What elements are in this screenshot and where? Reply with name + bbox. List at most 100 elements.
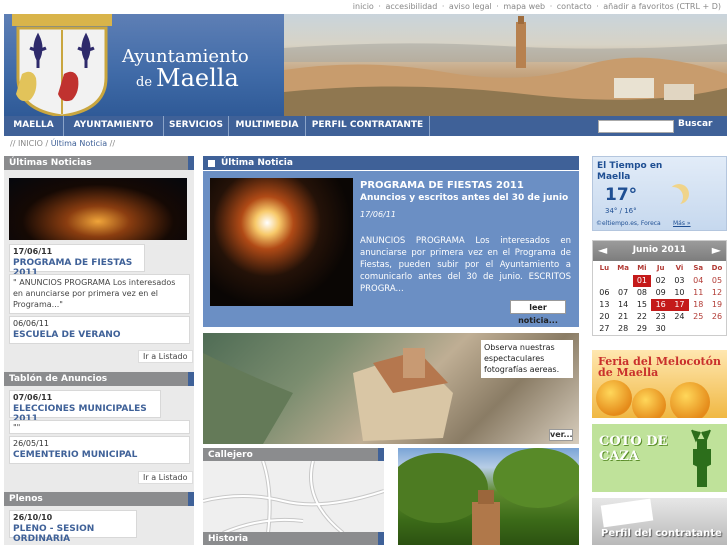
street-map-preview[interactable] — [202, 460, 385, 535]
feria-melocoton-banner[interactable]: Feria del Melocotón de Maella — [592, 350, 727, 418]
nav-perfil-contratante[interactable]: PERFIL CONTRATANTE — [306, 116, 430, 136]
calendar-day[interactable]: 29 — [633, 323, 651, 335]
link-contacto[interactable]: contacto — [557, 2, 592, 11]
calendar-day[interactable]: 16 — [651, 299, 670, 311]
ultima-noticia-header: Última Noticia — [203, 156, 579, 170]
calendar-day[interactable]: 02 — [651, 275, 669, 287]
calendar-day[interactable]: 15 — [633, 299, 651, 311]
calendar-day[interactable]: 05 — [708, 275, 726, 287]
link-accesibilidad[interactable]: accesibilidad — [385, 2, 437, 11]
search-button[interactable]: Buscar — [678, 119, 712, 129]
plenos-card-1: 26/10/10 PLENO - SESION ORDINARIA — [9, 510, 137, 544]
weather-range: 34° / 16° — [605, 207, 637, 215]
link-sep: · — [441, 2, 445, 11]
callejero-header[interactable]: Callejero — [203, 448, 384, 462]
nav-servicios[interactable]: SERVICIOS — [164, 116, 229, 136]
calendar-day[interactable]: 11 — [689, 287, 707, 299]
link-mapa-web[interactable]: mapa web — [503, 2, 545, 11]
calendar-day[interactable]: 19 — [708, 299, 726, 311]
calendar-day[interactable]: 22 — [633, 311, 651, 323]
coto-caza-banner[interactable]: COTO DE CAZA — [592, 424, 727, 492]
search-input[interactable] — [598, 120, 674, 133]
calendar-day[interactable]: 21 — [614, 311, 632, 323]
ultimas-listado-link[interactable]: Ir a Listado — [138, 350, 193, 363]
calendar-day[interactable]: 13 — [595, 299, 613, 311]
calendar-day — [708, 323, 726, 335]
nav-multimedia[interactable]: MULTIMEDIA — [229, 116, 306, 136]
town-skyline-illustration — [284, 16, 727, 116]
news-date: 06/06/11 — [13, 319, 49, 328]
coat-of-arms-logo[interactable] — [8, 14, 116, 116]
breadcrumb-prefix: // — [10, 139, 16, 148]
nav-maella[interactable]: MAELLA — [4, 116, 64, 136]
calendar-day[interactable]: 26 — [708, 311, 726, 323]
calendar-day[interactable]: 04 — [689, 275, 707, 287]
tablon-excerpt: "" — [13, 423, 21, 432]
tablon-title[interactable]: CEMENTERIO MUNICIPAL — [13, 450, 186, 460]
fireworks-photo[interactable] — [210, 178, 353, 306]
calendar-week: 06 07 08 09 10 11 12 — [595, 287, 726, 299]
calendar-day — [614, 275, 632, 287]
town-panorama-photo — [284, 14, 727, 116]
historia-header[interactable]: Historia — [203, 532, 384, 545]
calendar-day[interactable]: 18 — [689, 299, 707, 311]
calendar-day[interactable]: 09 — [651, 287, 669, 299]
calendar-week: 27 28 29 30 — [595, 323, 726, 335]
calendar-day[interactable]: 23 — [651, 311, 669, 323]
tablon-listado-link[interactable]: Ir a Listado — [138, 471, 193, 484]
calendar-day[interactable]: 25 — [689, 311, 707, 323]
breadcrumb: // INICIO / Última Noticia // — [10, 139, 115, 148]
calendar-day[interactable]: 10 — [670, 287, 688, 299]
brand-de: de — [136, 75, 153, 90]
tablon-date: 07/06/11 — [13, 393, 53, 402]
link-aviso-legal[interactable]: aviso legal — [449, 2, 492, 11]
tablon-header: Tablón de Anuncios — [4, 372, 194, 386]
calendar-next-icon[interactable]: ► — [712, 243, 721, 257]
church-tower-photo[interactable] — [388, 448, 583, 545]
calendar-day[interactable]: 08 — [633, 287, 651, 299]
calendar-day[interactable]: 24 — [670, 311, 688, 323]
calendar-day[interactable]: 28 — [614, 323, 632, 335]
calendar-day — [670, 323, 688, 335]
calendar-day[interactable]: 03 — [670, 275, 688, 287]
news-excerpt: " ANUNCIOS PROGRAMA Los interesados en a… — [13, 278, 176, 309]
calendar-day[interactable]: 17 — [670, 299, 689, 311]
calendar-day[interactable]: 30 — [651, 323, 669, 335]
link-inicio[interactable]: inicio — [353, 2, 374, 11]
perfil-contratante-banner[interactable]: Perfil del contratante — [592, 498, 727, 545]
coto-line2: CAZA — [599, 449, 640, 464]
leer-noticia-button[interactable]: leer noticia... — [510, 300, 566, 325]
calendar-dow: Do — [711, 264, 723, 272]
calendar-day — [689, 323, 707, 335]
brand-maella: de Maella — [136, 64, 239, 92]
calendar-day[interactable]: 06 — [595, 287, 613, 299]
top-links: inicio · accesibilidad · aviso legal · m… — [351, 2, 721, 11]
brand-name: Maella — [156, 64, 239, 92]
night-town-photo[interactable] — [9, 178, 187, 240]
calendar-day[interactable]: 12 — [708, 287, 726, 299]
ver-button[interactable]: ver... — [549, 429, 573, 441]
featured-title[interactable]: PROGRAMA DE FIESTAS 2011 — [360, 180, 524, 191]
weather-more-link[interactable]: Más » — [673, 220, 691, 227]
moon-icon — [663, 187, 683, 207]
news-title[interactable]: ESCUELA DE VERANO — [13, 330, 186, 340]
nav-ayuntamiento[interactable]: AYUNTAMIENTO — [64, 116, 164, 136]
calendar-dow: Mi — [637, 264, 647, 272]
link-favoritos[interactable]: añadir a favoritos (CTRL + D) — [603, 2, 721, 11]
calendar-day[interactable]: 14 — [614, 299, 632, 311]
plenos-title[interactable]: PLENO - SESION ORDINARIA — [13, 524, 133, 544]
calendar-day[interactable]: 01 — [632, 275, 652, 287]
calendar-day[interactable]: 07 — [614, 287, 632, 299]
breadcrumb-current: Última Noticia — [50, 139, 108, 148]
main-nav: MAELLA AYUNTAMIENTO SERVICIOS MULTIMEDIA… — [4, 116, 727, 136]
weather-credit: ©eltiempo.es, Foreca — [596, 220, 661, 227]
breadcrumb-sep: / — [45, 139, 49, 148]
calendar-day[interactable]: 20 — [595, 311, 613, 323]
breadcrumb-inicio[interactable]: INICIO — [18, 139, 43, 148]
breadcrumb-suffix: // — [109, 139, 116, 148]
feria-line2: de Maella — [598, 366, 659, 379]
calendar-dow: Ma — [617, 264, 629, 272]
calendar-day[interactable]: 27 — [595, 323, 613, 335]
calendar-widget: ◄ Junio 2011 ► Lu Ma Mi Ju Vi Sa Do 01 02 03 04 05 0… — [592, 240, 727, 336]
calendar-grid: Lu Ma Mi Ju Vi Sa Do 01 02 03 04 05 06 07 08 09 10 11 12 13… — [595, 263, 726, 335]
